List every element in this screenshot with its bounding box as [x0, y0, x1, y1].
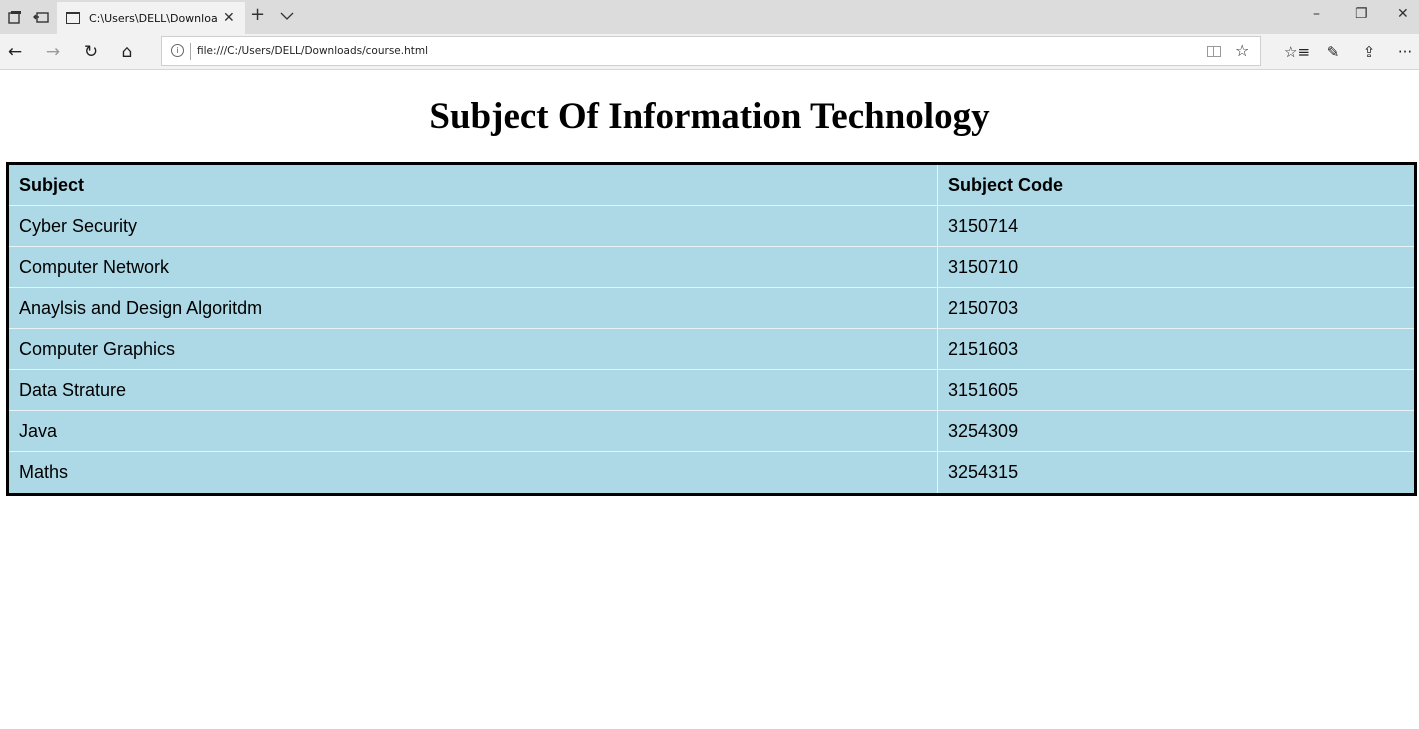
- address-bar[interactable]: i file:///C:/Users/DELL/Downloads/course…: [161, 36, 1261, 66]
- close-window-button[interactable]: ✕: [1397, 7, 1409, 21]
- forward-button[interactable]: →: [41, 40, 65, 64]
- table-header-row: Subject Subject Code: [9, 165, 1414, 206]
- table-row: Cyber Security 3150714: [9, 206, 1414, 247]
- page-icon: [66, 12, 80, 24]
- home-button[interactable]: ⌂: [115, 40, 139, 64]
- subject-code-cell: 2150703: [938, 288, 1414, 329]
- favorite-star-icon[interactable]: ☆: [1235, 41, 1249, 60]
- subject-cell: Computer Network: [9, 247, 938, 288]
- close-tab-icon[interactable]: ✕: [223, 11, 235, 25]
- navigation-bar: ← → ↻ ⌂ i file:///C:/Users/DELL/Download…: [0, 34, 1419, 70]
- minimize-button[interactable]: –: [1313, 7, 1320, 21]
- subject-code-cell: 3150710: [938, 247, 1414, 288]
- tab-title: C:\Users\DELL\Downloa: [89, 11, 217, 25]
- subject-code-cell: 3254315: [948, 462, 1019, 482]
- subject-cell: Maths: [9, 452, 938, 493]
- browser-tab[interactable]: C:\Users\DELL\Downloa ✕: [57, 2, 245, 34]
- subject-cell: Computer Graphics: [9, 329, 938, 370]
- subject-cell: Cyber Security: [9, 206, 938, 247]
- tab-bar: C:\Users\DELL\Downloa ✕ + – ❐ ✕: [0, 0, 1419, 34]
- refresh-button[interactable]: ↻: [79, 40, 103, 64]
- table-row: Computer Network 3150710: [9, 247, 1414, 288]
- more-menu-icon[interactable]: ···: [1393, 40, 1417, 64]
- restore-button[interactable]: ❐: [1355, 7, 1368, 21]
- subject-code-cell: 3254309: [938, 411, 1414, 452]
- site-info-icon[interactable]: i: [171, 44, 184, 57]
- notes-pen-icon[interactable]: ✎: [1321, 40, 1345, 64]
- tab-actions-icon[interactable]: [6, 8, 24, 26]
- favorites-icon[interactable]: ☆≡: [1284, 40, 1310, 64]
- share-icon[interactable]: ⇪: [1357, 40, 1381, 64]
- new-tab-button[interactable]: +: [250, 6, 265, 24]
- subject-cell: Anaylsis and Design Algoritdm: [9, 288, 938, 329]
- table-row: Data Strature 3151605: [9, 370, 1414, 411]
- header-subject-code: Subject Code: [938, 165, 1414, 206]
- page-title: Subject Of Information Technology: [429, 96, 990, 137]
- table-row: Anaylsis and Design Algoritdm 2150703: [9, 288, 1414, 329]
- subject-code-cell: 2151603: [938, 329, 1414, 370]
- back-button[interactable]: ←: [3, 40, 27, 64]
- table-row: Maths 3254315: [9, 452, 1414, 493]
- table-row: Computer Graphics 2151603: [9, 329, 1414, 370]
- subject-code-cell: 3150714: [938, 206, 1414, 247]
- subject-code-cell: 3151605: [938, 370, 1414, 411]
- address-divider: [190, 43, 191, 60]
- set-aside-tabs-icon[interactable]: [32, 8, 50, 26]
- tab-list-chevron-icon[interactable]: [280, 8, 294, 26]
- reading-view-icon[interactable]: [1207, 46, 1221, 57]
- subject-cell: Java: [9, 411, 938, 452]
- address-url[interactable]: file:///C:/Users/DELL/Downloads/course.h…: [197, 45, 428, 57]
- table-row: Java 3254309: [9, 411, 1414, 452]
- header-subject: Subject: [9, 165, 938, 206]
- subject-table: Subject Subject Code Cyber Security 3150…: [6, 162, 1417, 496]
- subject-cell: Data Strature: [9, 370, 938, 411]
